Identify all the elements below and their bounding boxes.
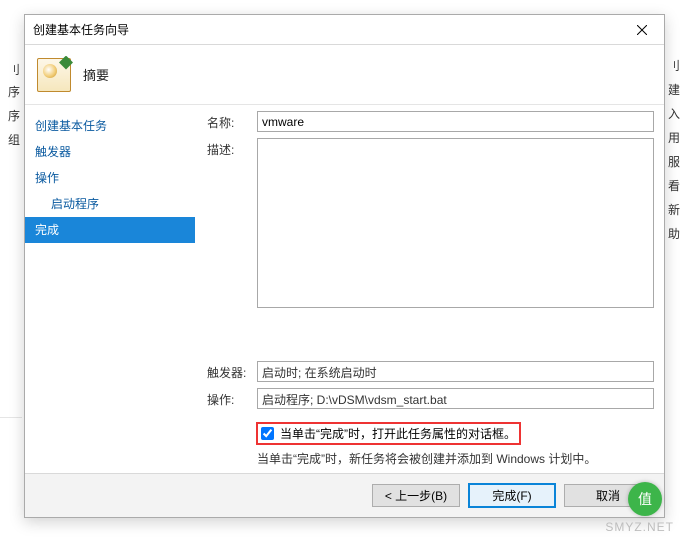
titlebar: 创建基本任务向导 xyxy=(25,15,664,45)
wizard-sidebar: 创建基本任务 触发器 操作 启动程序 完成 xyxy=(25,105,195,473)
close-icon xyxy=(637,25,647,35)
wizard-header-title: 摘要 xyxy=(83,65,109,84)
wizard-header-icon xyxy=(37,58,71,92)
finish-button[interactable]: 完成(F) xyxy=(468,483,556,508)
sidebar-item-trigger[interactable]: 触发器 xyxy=(25,139,195,165)
trigger-value: 启动时; 在系统启动时 xyxy=(257,361,654,382)
name-input[interactable] xyxy=(257,111,654,132)
action-value: 启动程序; D:\vDSM\vdsm_start.bat xyxy=(257,388,654,409)
description-textarea[interactable] xyxy=(257,138,654,308)
watermark: SMYZ.NET xyxy=(605,520,674,534)
action-label: 操作: xyxy=(207,388,257,408)
name-label: 名称: xyxy=(207,111,257,131)
back-button[interactable]: < 上一步(B) xyxy=(372,484,460,507)
sidebar-item-start-program[interactable]: 启动程序 xyxy=(25,191,195,217)
dialog-title: 创建基本任务向导 xyxy=(33,21,129,38)
open-properties-label: 当单击“完成”时，打开此任务属性的对话框。 xyxy=(280,425,516,442)
wizard-dialog: 创建基本任务向导 摘要 创建基本任务 触发器 操作 启动程序 完成 名称: 描述… xyxy=(24,14,665,518)
close-button[interactable] xyxy=(620,15,664,45)
wizard-body: 创建基本任务 触发器 操作 启动程序 完成 名称: 描述: 触发器: 启动时; … xyxy=(25,105,664,473)
site-badge-icon: 值 xyxy=(628,482,662,516)
background-right-text: 刂 建 入 用 服 看 新 助 xyxy=(666,54,680,246)
sidebar-item-finish[interactable]: 完成 xyxy=(25,217,195,243)
open-properties-checkbox[interactable] xyxy=(261,427,274,440)
wizard-header: 摘要 xyxy=(25,45,664,105)
sidebar-item-create-basic-task[interactable]: 创建基本任务 xyxy=(25,113,195,139)
wizard-form: 名称: 描述: 触发器: 启动时; 在系统启动时 操作: 启动程序; D:\vD… xyxy=(195,105,664,473)
background-left-text: 刂序 序 组 xyxy=(0,18,22,418)
wizard-footer: < 上一步(B) 完成(F) 取消 xyxy=(25,473,664,517)
trigger-label: 触发器: xyxy=(207,361,257,381)
sidebar-item-action[interactable]: 操作 xyxy=(25,165,195,191)
finish-note: 当单击“完成”时，新任务将会被创建并添加到 Windows 计划中。 xyxy=(257,450,654,467)
open-properties-checkbox-row[interactable]: 当单击“完成”时，打开此任务属性的对话框。 xyxy=(257,423,520,444)
description-label: 描述: xyxy=(207,138,257,158)
